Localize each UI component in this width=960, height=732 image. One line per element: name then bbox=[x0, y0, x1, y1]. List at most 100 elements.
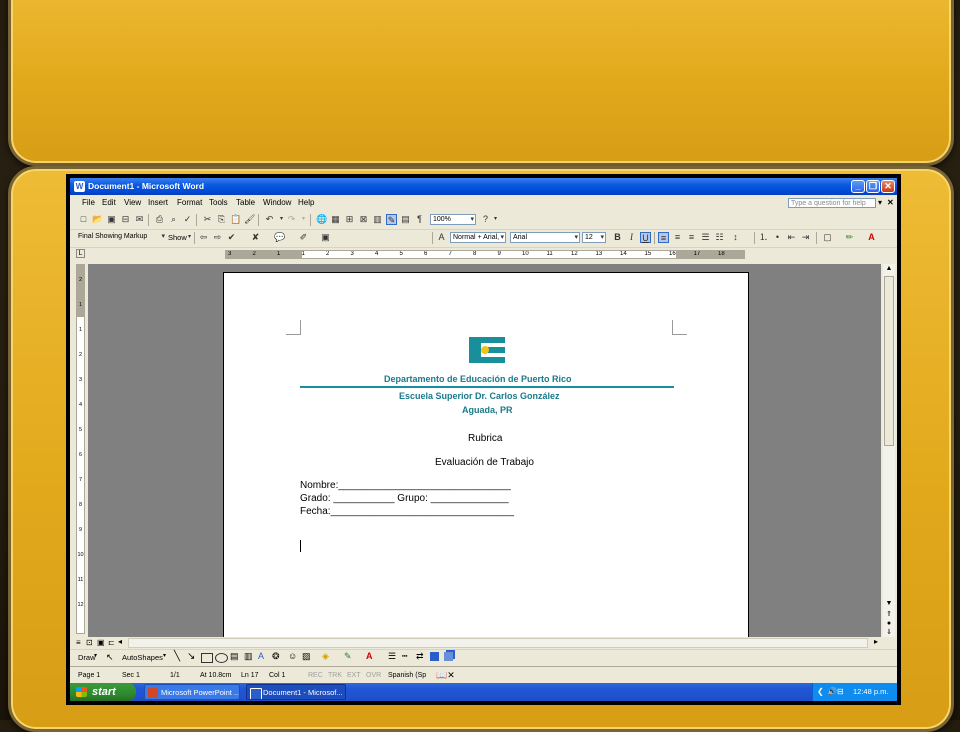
help-dropdown-arrow-icon[interactable]: ▾ bbox=[490, 214, 501, 225]
web-layout-icon[interactable]: ⊡ bbox=[86, 638, 93, 647]
font-color-icon[interactable]: A bbox=[866, 232, 877, 243]
insert-comment-icon[interactable]: 💬 bbox=[274, 232, 285, 243]
draw-dropdown-icon[interactable]: ▾ bbox=[94, 652, 97, 659]
volume-icon[interactable]: 🔊 bbox=[827, 683, 837, 701]
wordart-icon[interactable]: A bbox=[258, 651, 264, 661]
document-area[interactable]: Departamento de Educación de Puerto Rico… bbox=[88, 264, 881, 637]
close-document-icon[interactable]: ✕ bbox=[887, 196, 894, 210]
menu-insert[interactable]: Insert bbox=[148, 196, 168, 210]
rectangle-tool-icon[interactable] bbox=[201, 653, 213, 663]
print-layout-icon[interactable]: ▣ bbox=[97, 638, 105, 647]
increase-indent-icon[interactable]: ⇥ bbox=[800, 232, 811, 243]
maximize-button[interactable]: ❐ bbox=[866, 180, 880, 193]
print-preview-icon[interactable]: ⌕ bbox=[168, 214, 179, 225]
copy-icon[interactable]: ⎘ bbox=[216, 214, 227, 225]
fill-color-icon[interactable]: ◈ bbox=[322, 651, 329, 662]
highlight-icon[interactable]: ✏ bbox=[844, 232, 855, 243]
paste-icon[interactable]: 📋 bbox=[230, 214, 241, 225]
reviewing-pane-icon[interactable]: ▣ bbox=[320, 232, 331, 243]
scroll-down-icon[interactable]: ▼ bbox=[884, 599, 894, 609]
menu-table[interactable]: Table bbox=[236, 196, 255, 210]
horizontal-scroll-track[interactable] bbox=[128, 638, 868, 648]
drawing-icon[interactable]: ✎ bbox=[386, 214, 397, 225]
underline-button[interactable]: U bbox=[640, 232, 651, 243]
minimize-button[interactable]: _ bbox=[851, 180, 865, 193]
select-objects-icon[interactable]: ↖ bbox=[106, 652, 114, 663]
reject-change-icon[interactable]: ✘ bbox=[250, 232, 261, 243]
textbox-icon[interactable]: ▤ bbox=[230, 651, 239, 662]
menu-window[interactable]: Window bbox=[263, 196, 291, 210]
task-powerpoint[interactable]: Microsoft PowerPoint ... bbox=[144, 684, 240, 700]
menu-edit[interactable]: Edit bbox=[102, 196, 116, 210]
network-icon[interactable]: ⊟ bbox=[837, 683, 844, 701]
style-combo[interactable]: Normal + Arial, bbox=[450, 232, 506, 243]
arrow-style-icon[interactable]: ⇄ bbox=[416, 651, 424, 662]
tab-selector[interactable]: L bbox=[76, 249, 85, 258]
decrease-indent-icon[interactable]: ⇤ bbox=[786, 232, 797, 243]
tray-arrow-icon[interactable]: ❮ bbox=[817, 683, 824, 701]
oval-tool-icon[interactable] bbox=[215, 653, 228, 663]
menu-file[interactable]: File bbox=[82, 196, 95, 210]
outline-view-icon[interactable]: ⊏ bbox=[108, 638, 115, 647]
start-button[interactable]: start bbox=[70, 683, 136, 701]
print-icon[interactable]: ⎙ bbox=[154, 214, 165, 225]
scroll-right-icon[interactable]: ▸ bbox=[874, 637, 878, 646]
next-change-icon[interactable]: ⇨ bbox=[212, 232, 223, 243]
reviewing-view-combo[interactable]: Final Showing Markup bbox=[76, 232, 166, 243]
diagram-icon[interactable]: ❂ bbox=[272, 651, 280, 662]
menu-help[interactable]: Help bbox=[298, 196, 314, 210]
tables-borders-icon[interactable]: ▦ bbox=[330, 214, 341, 225]
insert-picture-icon[interactable]: ▨ bbox=[302, 651, 311, 662]
bullets-icon[interactable]: • bbox=[772, 232, 783, 243]
cut-icon[interactable]: ✂ bbox=[202, 214, 213, 225]
normal-view-icon[interactable]: ≡ bbox=[76, 638, 81, 647]
status-trk[interactable]: TRK bbox=[328, 668, 342, 683]
permission-icon[interactable]: ⊟ bbox=[120, 214, 131, 225]
status-ext[interactable]: EXT bbox=[347, 668, 361, 683]
menu-tools[interactable]: Tools bbox=[209, 196, 228, 210]
document-page[interactable]: Departamento de Educación de Puerto Rico… bbox=[223, 272, 749, 637]
clip-art-icon[interactable]: ☺ bbox=[288, 651, 297, 661]
line-style-icon[interactable]: ☰ bbox=[388, 651, 396, 662]
document-map-icon[interactable]: ▤ bbox=[400, 214, 411, 225]
save-icon[interactable]: ▣ bbox=[106, 214, 117, 225]
styles-formatting-icon[interactable]: A bbox=[436, 232, 447, 243]
align-right-icon[interactable]: ≡ bbox=[686, 232, 697, 243]
vertical-scrollbar[interactable]: ▲ ▼ ⇑ ● ⇓ bbox=[883, 264, 895, 637]
italic-button[interactable]: I bbox=[626, 232, 637, 243]
track-changes-icon[interactable]: ✐ bbox=[298, 232, 309, 243]
clock[interactable]: 12:48 p.m. bbox=[853, 683, 888, 701]
show-hide-icon[interactable]: ¶ bbox=[414, 214, 425, 225]
spelling-status-icon[interactable]: 📖✕ bbox=[436, 668, 455, 683]
vertical-scroll-thumb[interactable] bbox=[884, 276, 894, 446]
menu-format[interactable]: Format bbox=[177, 196, 202, 210]
undo-icon[interactable]: ↶ bbox=[264, 214, 275, 225]
line-spacing-icon[interactable]: ↕ bbox=[730, 232, 741, 243]
scroll-up-icon[interactable]: ▲ bbox=[884, 264, 894, 274]
autoshapes-menu[interactable]: AutoShapes bbox=[122, 652, 163, 663]
email-icon[interactable]: ✉ bbox=[134, 214, 145, 225]
format-painter-icon[interactable]: 🖌 bbox=[244, 214, 255, 225]
zoom-combo[interactable]: 100% bbox=[430, 214, 476, 225]
align-left-icon[interactable]: ≡ bbox=[658, 232, 669, 243]
accept-change-icon[interactable]: ✔ bbox=[226, 232, 237, 243]
menu-view[interactable]: View bbox=[124, 196, 141, 210]
3d-style-icon[interactable] bbox=[444, 652, 453, 661]
line-color-icon[interactable]: ✎ bbox=[344, 651, 352, 662]
scroll-left-icon[interactable]: ◂ bbox=[118, 637, 122, 646]
close-button[interactable]: ✕ bbox=[881, 180, 895, 193]
font-combo[interactable]: Arial bbox=[510, 232, 580, 243]
shadow-style-icon[interactable] bbox=[430, 652, 439, 661]
vertical-ruler[interactable]: 2 1 1 2 3 4 5 6 7 8 9 10 11 12 bbox=[76, 264, 85, 634]
draw-font-color-icon[interactable]: A bbox=[366, 651, 373, 661]
status-ovr[interactable]: OVR bbox=[366, 668, 381, 683]
draw-menu[interactable]: Draw bbox=[78, 652, 96, 663]
horizontal-ruler[interactable]: 3 2 1 1 2 3 4 5 6 7 8 9 10 11 12 13 14 15 16 17 18 bbox=[225, 250, 745, 259]
arrow-tool-icon[interactable]: ↘ bbox=[187, 651, 195, 662]
help-search-box[interactable]: Type a question for help bbox=[788, 198, 876, 208]
open-folder-icon[interactable]: 📂 bbox=[92, 214, 103, 225]
align-center-icon[interactable]: ≡ bbox=[672, 232, 683, 243]
hyperlink-icon[interactable]: 🌐 bbox=[316, 214, 327, 225]
borders-icon[interactable]: ▢ bbox=[822, 232, 833, 243]
distributed-icon[interactable]: ☷ bbox=[714, 232, 725, 243]
